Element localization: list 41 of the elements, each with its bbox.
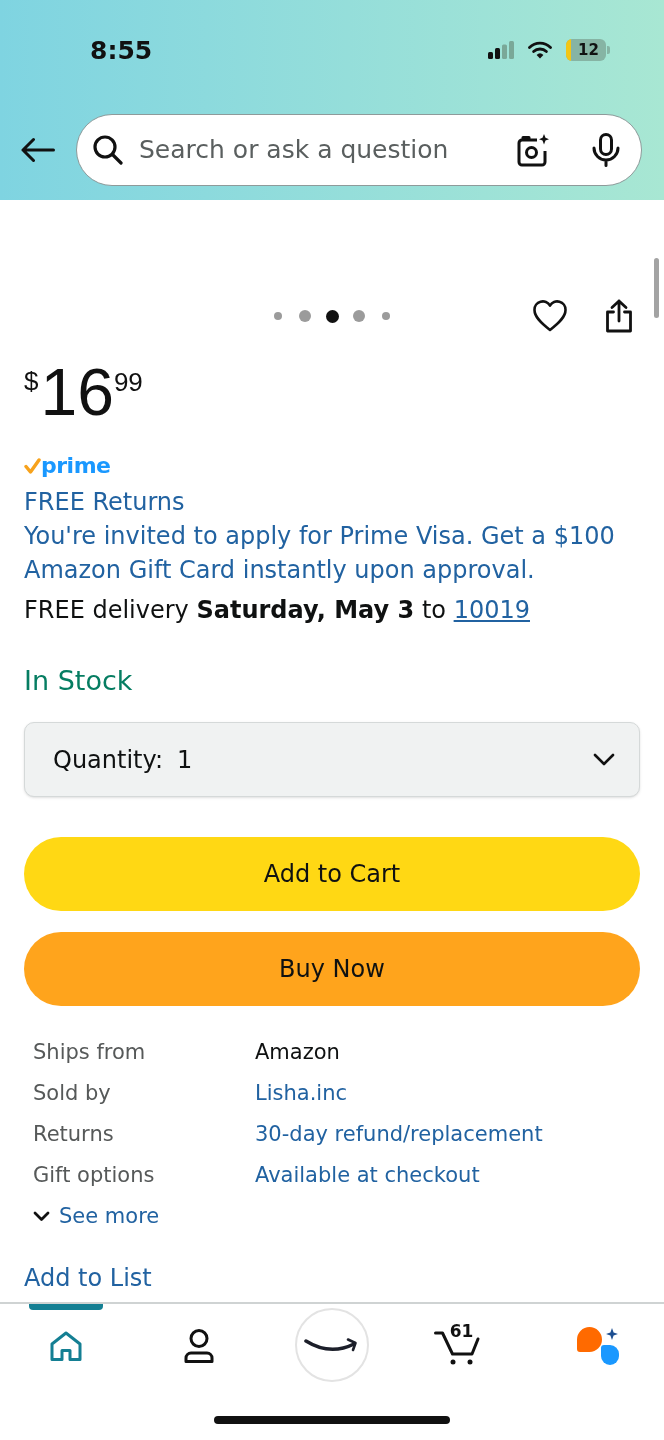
microphone-icon[interactable]: [592, 133, 620, 167]
search-icon: [93, 135, 123, 165]
wifi-icon: [528, 41, 552, 59]
delivery-info: FREE delivery Saturday, May 3 to 10019: [24, 595, 531, 626]
back-arrow-icon[interactable]: [21, 137, 55, 163]
heart-icon[interactable]: [533, 300, 567, 332]
detail-label: Gift options: [33, 1161, 156, 1189]
battery-indicator: 12: [566, 39, 610, 61]
share-icon[interactable]: [604, 299, 634, 333]
zip-code-link[interactable]: 10019: [453, 596, 530, 624]
prime-label: prime: [41, 455, 111, 477]
person-icon: [184, 1329, 215, 1363]
chevron-down-icon: [593, 753, 615, 766]
detail-link[interactable]: 30-day refund/replacement: [255, 1118, 543, 1151]
status-time: 8:55: [90, 37, 153, 63]
buy-now-button[interactable]: Buy Now: [24, 932, 640, 1006]
detail-link[interactable]: Lisha.inc: [255, 1077, 348, 1110]
home-icon: [50, 1331, 83, 1361]
cart-count: 61: [449, 1323, 474, 1340]
chevron-down-icon: [33, 1211, 50, 1222]
add-to-cart-button[interactable]: Add to Cart: [24, 837, 640, 911]
detail-value: Amazon: [255, 1038, 340, 1066]
offer-link[interactable]: You're invited to apply for Prime Visa. Get a $100 Amazon Gift Card instantly upon approval.: [24, 519, 640, 587]
quantity-dropdown[interactable]: Quantity: 1: [24, 722, 640, 797]
detail-label: Sold by: [33, 1079, 112, 1107]
chat-bubbles-icon: [576, 1327, 619, 1365]
see-more-link[interactable]: See more: [33, 1200, 160, 1233]
detail-label: Ships from: [33, 1038, 147, 1066]
signal-icon: [488, 41, 514, 59]
stock-status: In Stock: [24, 664, 133, 698]
offer-link[interactable]: FREE Returns: [24, 485, 185, 519]
cart-tab[interactable]: 61: [425, 1310, 504, 1382]
add-to-list-link[interactable]: Add to List: [24, 1261, 152, 1295]
search-bar[interactable]: Search or ask a question: [76, 114, 642, 186]
smile-arrow-icon: [304, 1336, 360, 1354]
detail-label: Returns: [33, 1120, 115, 1148]
check-icon: [24, 458, 41, 474]
scroll-thumb: [654, 258, 659, 318]
search-field[interactable]: Search or ask a question: [139, 131, 516, 169]
detail-link[interactable]: Available at checkout: [255, 1159, 480, 1192]
camera-sparkle-icon[interactable]: [516, 133, 550, 167]
